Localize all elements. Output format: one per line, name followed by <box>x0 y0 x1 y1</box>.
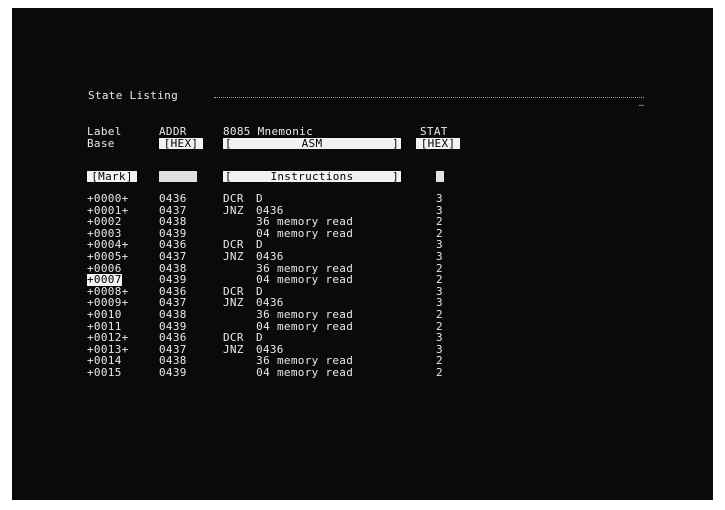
row-status: 3 <box>436 250 443 263</box>
row-bus-cycle: memory read <box>277 273 354 287</box>
right-bracket: ] <box>392 137 399 150</box>
title-divider <box>214 97 644 98</box>
row-label: +0015 <box>87 366 122 379</box>
mnemonic-column-header: 8085 Mnemonic <box>223 125 313 138</box>
mark-value: [Mark] <box>91 170 133 183</box>
row-opcode: JNZ <box>223 203 244 217</box>
stat-base-value: [HEX] <box>420 137 456 150</box>
corner-mark: ─ <box>639 101 645 110</box>
row-address: 0437 <box>159 250 187 263</box>
table-row[interactable]: +0015 0439 04 memory read 2 <box>12 367 713 379</box>
addr-column-header: ADDR <box>159 125 187 138</box>
row-operand: 0436 <box>256 250 284 263</box>
row-opcode: JNZ <box>223 296 244 310</box>
label-column-header: Label <box>87 125 122 138</box>
mnemonic-base-field[interactable]: [ ASM ] <box>223 138 401 149</box>
mnemonic-base-value: ASM <box>301 137 323 150</box>
instructions-field[interactable]: [ Instructions ] <box>223 171 401 182</box>
row-label: +0005+ <box>87 250 129 263</box>
row-opcode: DCR <box>223 192 244 205</box>
row-bus-cycle: memory read <box>277 366 354 379</box>
mark-field[interactable]: [Mark] <box>87 171 137 182</box>
row-bus-cycle: memory read <box>277 308 354 321</box>
row-bus-cycle: memory read <box>277 226 354 240</box>
row-bus-cycle: memory read <box>277 319 354 333</box>
stat-column-header: STAT <box>420 125 448 138</box>
addr-base-field[interactable]: [HEX] <box>159 138 203 149</box>
stat-mark-block[interactable] <box>436 171 444 182</box>
row-label: +0010 <box>87 308 122 321</box>
row-status: 2 <box>436 308 443 321</box>
row-opcode: JNZ <box>223 342 244 356</box>
row-status: 2 <box>436 366 443 379</box>
row-address: 0439 <box>159 366 187 379</box>
screen-title: State Listing <box>88 89 178 102</box>
addr-mark-block[interactable] <box>159 171 197 182</box>
addr-base-value: [HEX] <box>163 137 199 150</box>
row-opcode: JNZ <box>223 250 244 263</box>
row-operand: D <box>256 192 263 205</box>
row-status: 3 <box>436 192 443 205</box>
right-bracket: ] <box>392 170 399 183</box>
row-label: +0000+ <box>87 192 129 205</box>
instructions-value: Instructions <box>270 170 354 183</box>
row-operand: 04 <box>256 366 270 379</box>
row-operand: 36 <box>256 308 270 321</box>
base-row-label: Base <box>87 137 115 150</box>
row-address: 0436 <box>159 192 187 205</box>
row-address: 0438 <box>159 308 187 321</box>
crt-screen: State Listing ─ Label ADDR 8085 Mnemonic… <box>12 8 713 500</box>
stat-base-field[interactable]: [HEX] <box>416 138 460 149</box>
